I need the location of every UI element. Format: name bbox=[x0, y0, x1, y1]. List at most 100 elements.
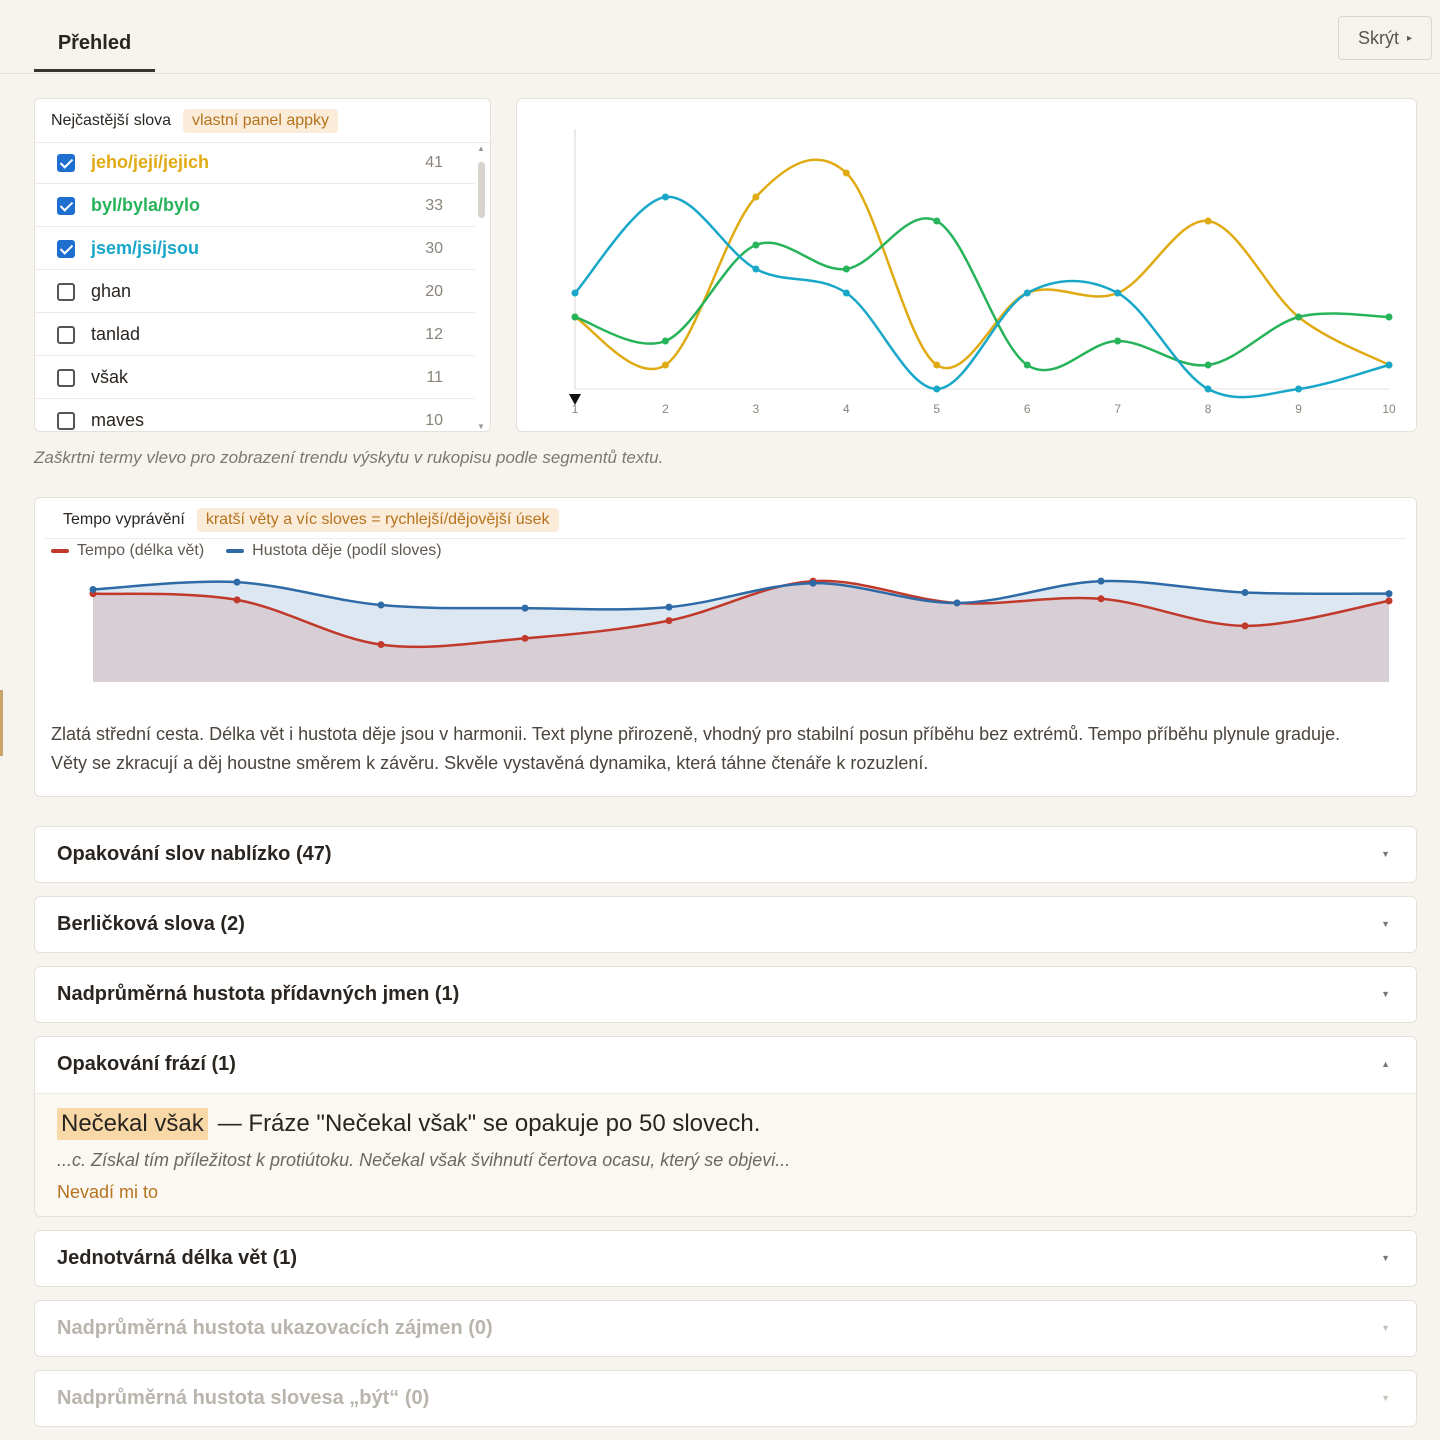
word-checkbox[interactable] bbox=[57, 325, 75, 344]
word-count: 11 bbox=[426, 368, 443, 386]
word-trend-chart: 1 2 3 4 5 6 7 8 9 10 bbox=[569, 129, 1396, 416]
section-adjective-density[interactable]: Nadprůměrná hustota přídavných jmen (1) … bbox=[34, 966, 1417, 1023]
data-point bbox=[377, 601, 385, 609]
section-title: Jednotvárná délka vět (1) bbox=[57, 1247, 298, 1269]
caret-right-icon: ▸ bbox=[1406, 32, 1413, 44]
trend-hint: Zaškrtni termy vlevo pro zobrazení trend… bbox=[34, 448, 664, 467]
data-point bbox=[571, 313, 579, 321]
ignore-link[interactable]: Nevadí mi to bbox=[57, 1182, 158, 1203]
word-label: byl/byla/bylo bbox=[91, 195, 201, 215]
word-row[interactable]: maves 10 bbox=[35, 400, 475, 431]
section-crutch-words[interactable]: Berličková slova (2) ▼ bbox=[34, 896, 1417, 953]
section-title: Opakování slov nablízko (47) bbox=[57, 843, 332, 865]
word-checkbox[interactable] bbox=[57, 196, 75, 215]
word-trend-chart-card: 1 2 3 4 5 6 7 8 9 10 bbox=[516, 98, 1417, 432]
x-tick-label: 10 bbox=[1382, 402, 1396, 416]
data-point bbox=[842, 169, 850, 177]
section-repetition-nearby[interactable]: Opakování slov nablízko (47) ▼ bbox=[34, 826, 1417, 883]
frequent-words-panel: Nejčastější slova vlastní panel appky je… bbox=[34, 98, 491, 432]
custom-panel-badge: vlastní panel appky bbox=[183, 108, 339, 133]
section-title: Opakování frází (1) bbox=[57, 1053, 236, 1075]
frequent-words-title: Nejčastější slova bbox=[51, 111, 172, 129]
data-point bbox=[1241, 589, 1249, 597]
word-checkbox[interactable] bbox=[57, 153, 75, 172]
word-count: 10 bbox=[425, 411, 443, 429]
legend-density[interactable]: Hustota děje (podíl sloves) bbox=[226, 542, 442, 560]
section-monotone-sentences[interactable]: Jednotvárná délka vět (1) ▼ bbox=[34, 1230, 1417, 1287]
chevron-down-icon: ▼ bbox=[1381, 919, 1390, 929]
tempo-divider bbox=[45, 538, 1406, 539]
x-tick-label: 1 bbox=[572, 402, 579, 416]
word-count: 12 bbox=[425, 325, 443, 343]
legend-tempo-swatch bbox=[51, 549, 69, 553]
data-point bbox=[752, 265, 760, 273]
word-row[interactable]: ghan 20 bbox=[35, 271, 475, 313]
narrative-tempo-panel: Tempo vyprávění kratší věty a víc sloves… bbox=[34, 497, 1417, 797]
scroll-up-icon[interactable]: ▲ bbox=[477, 144, 485, 153]
phrase-context: ...c. Získal tím příležitost k protiútok… bbox=[57, 1150, 791, 1170]
word-count: 30 bbox=[425, 239, 443, 257]
x-tick-label: 6 bbox=[1024, 402, 1031, 416]
word-count: 20 bbox=[425, 282, 443, 300]
data-point bbox=[1023, 289, 1031, 297]
word-row[interactable]: jeho/její/jejich 41 bbox=[35, 142, 475, 184]
phrase-highlight[interactable]: Nečekal však bbox=[57, 1108, 208, 1140]
word-row[interactable]: však 11 bbox=[35, 357, 475, 399]
hide-button[interactable]: Skrýt ▸ bbox=[1338, 16, 1432, 60]
section-title: Berličková slova (2) bbox=[57, 913, 245, 935]
data-point bbox=[1385, 590, 1393, 598]
legend-density-swatch bbox=[226, 549, 245, 553]
data-point bbox=[1097, 595, 1105, 603]
series-line bbox=[574, 195, 1390, 399]
word-row[interactable]: jsem/jsi/jsou 30 bbox=[35, 228, 475, 270]
word-checkbox[interactable] bbox=[57, 282, 75, 301]
scroll-down-icon[interactable]: ▼ bbox=[477, 422, 485, 431]
data-point bbox=[933, 217, 941, 225]
tab-overview[interactable]: Přehled bbox=[34, 18, 155, 72]
tempo-header: Tempo vyprávění kratší věty a víc sloves… bbox=[63, 508, 559, 532]
tempo-summary: Zlatá střední cesta. Délka vět i hustota… bbox=[51, 724, 1341, 773]
tempo-badge: kratší věty a víc sloves = rychlejší/děj… bbox=[196, 508, 559, 532]
word-label: maves bbox=[91, 410, 145, 430]
tempo-title: Tempo vyprávění bbox=[63, 511, 185, 528]
word-row[interactable]: byl/byla/bylo 33 bbox=[35, 185, 475, 227]
top-bar: Přehled Skrýt ▸ bbox=[0, 0, 1440, 74]
section-header[interactable]: Opakování frází (1) ▲ bbox=[35, 1037, 1416, 1094]
data-point bbox=[233, 578, 241, 586]
data-point bbox=[1241, 622, 1249, 630]
word-checkbox[interactable] bbox=[57, 411, 75, 430]
legend-tempo[interactable]: Tempo (délka vět) bbox=[51, 542, 204, 560]
word-row[interactable]: tanlad 12 bbox=[35, 314, 475, 356]
data-point bbox=[1295, 313, 1303, 321]
x-tick-label: 9 bbox=[1295, 402, 1302, 416]
data-point bbox=[571, 289, 579, 297]
data-point bbox=[752, 193, 760, 201]
chevron-down-icon: ▼ bbox=[1381, 989, 1390, 999]
word-count: 41 bbox=[425, 153, 443, 171]
word-checkbox[interactable] bbox=[57, 368, 75, 387]
tempo-chart bbox=[89, 577, 1393, 682]
word-list-scrollbar[interactable]: ▲ ▼ bbox=[476, 144, 486, 431]
side-handle[interactable] bbox=[0, 690, 3, 756]
data-point bbox=[752, 241, 760, 249]
data-point bbox=[1385, 361, 1393, 369]
word-label: jeho/její/jejich bbox=[91, 152, 210, 172]
x-tick-label: 2 bbox=[662, 402, 669, 416]
chevron-down-icon: ▼ bbox=[1381, 1323, 1390, 1333]
data-point bbox=[377, 641, 385, 649]
data-point bbox=[1204, 385, 1212, 393]
x-tick-label: 8 bbox=[1205, 402, 1212, 416]
data-point bbox=[1114, 337, 1122, 345]
data-point bbox=[1097, 577, 1105, 585]
frequent-words-header: Nejčastější slova vlastní panel appky bbox=[35, 99, 490, 143]
legend-tempo-label: Tempo (délka vět) bbox=[77, 542, 205, 559]
word-checkbox[interactable] bbox=[57, 239, 75, 258]
section-title: Nadprůměrná hustota slovesa „být“ (0) bbox=[57, 1387, 430, 1409]
data-point bbox=[661, 337, 669, 345]
x-tick-label: 7 bbox=[1114, 402, 1121, 416]
data-point bbox=[233, 596, 241, 604]
word-count: 33 bbox=[425, 196, 443, 214]
legend-density-label: Hustota děje (podíl sloves) bbox=[252, 542, 442, 559]
scroll-thumb[interactable] bbox=[478, 162, 485, 218]
chevron-up-icon: ▲ bbox=[1381, 1059, 1390, 1069]
